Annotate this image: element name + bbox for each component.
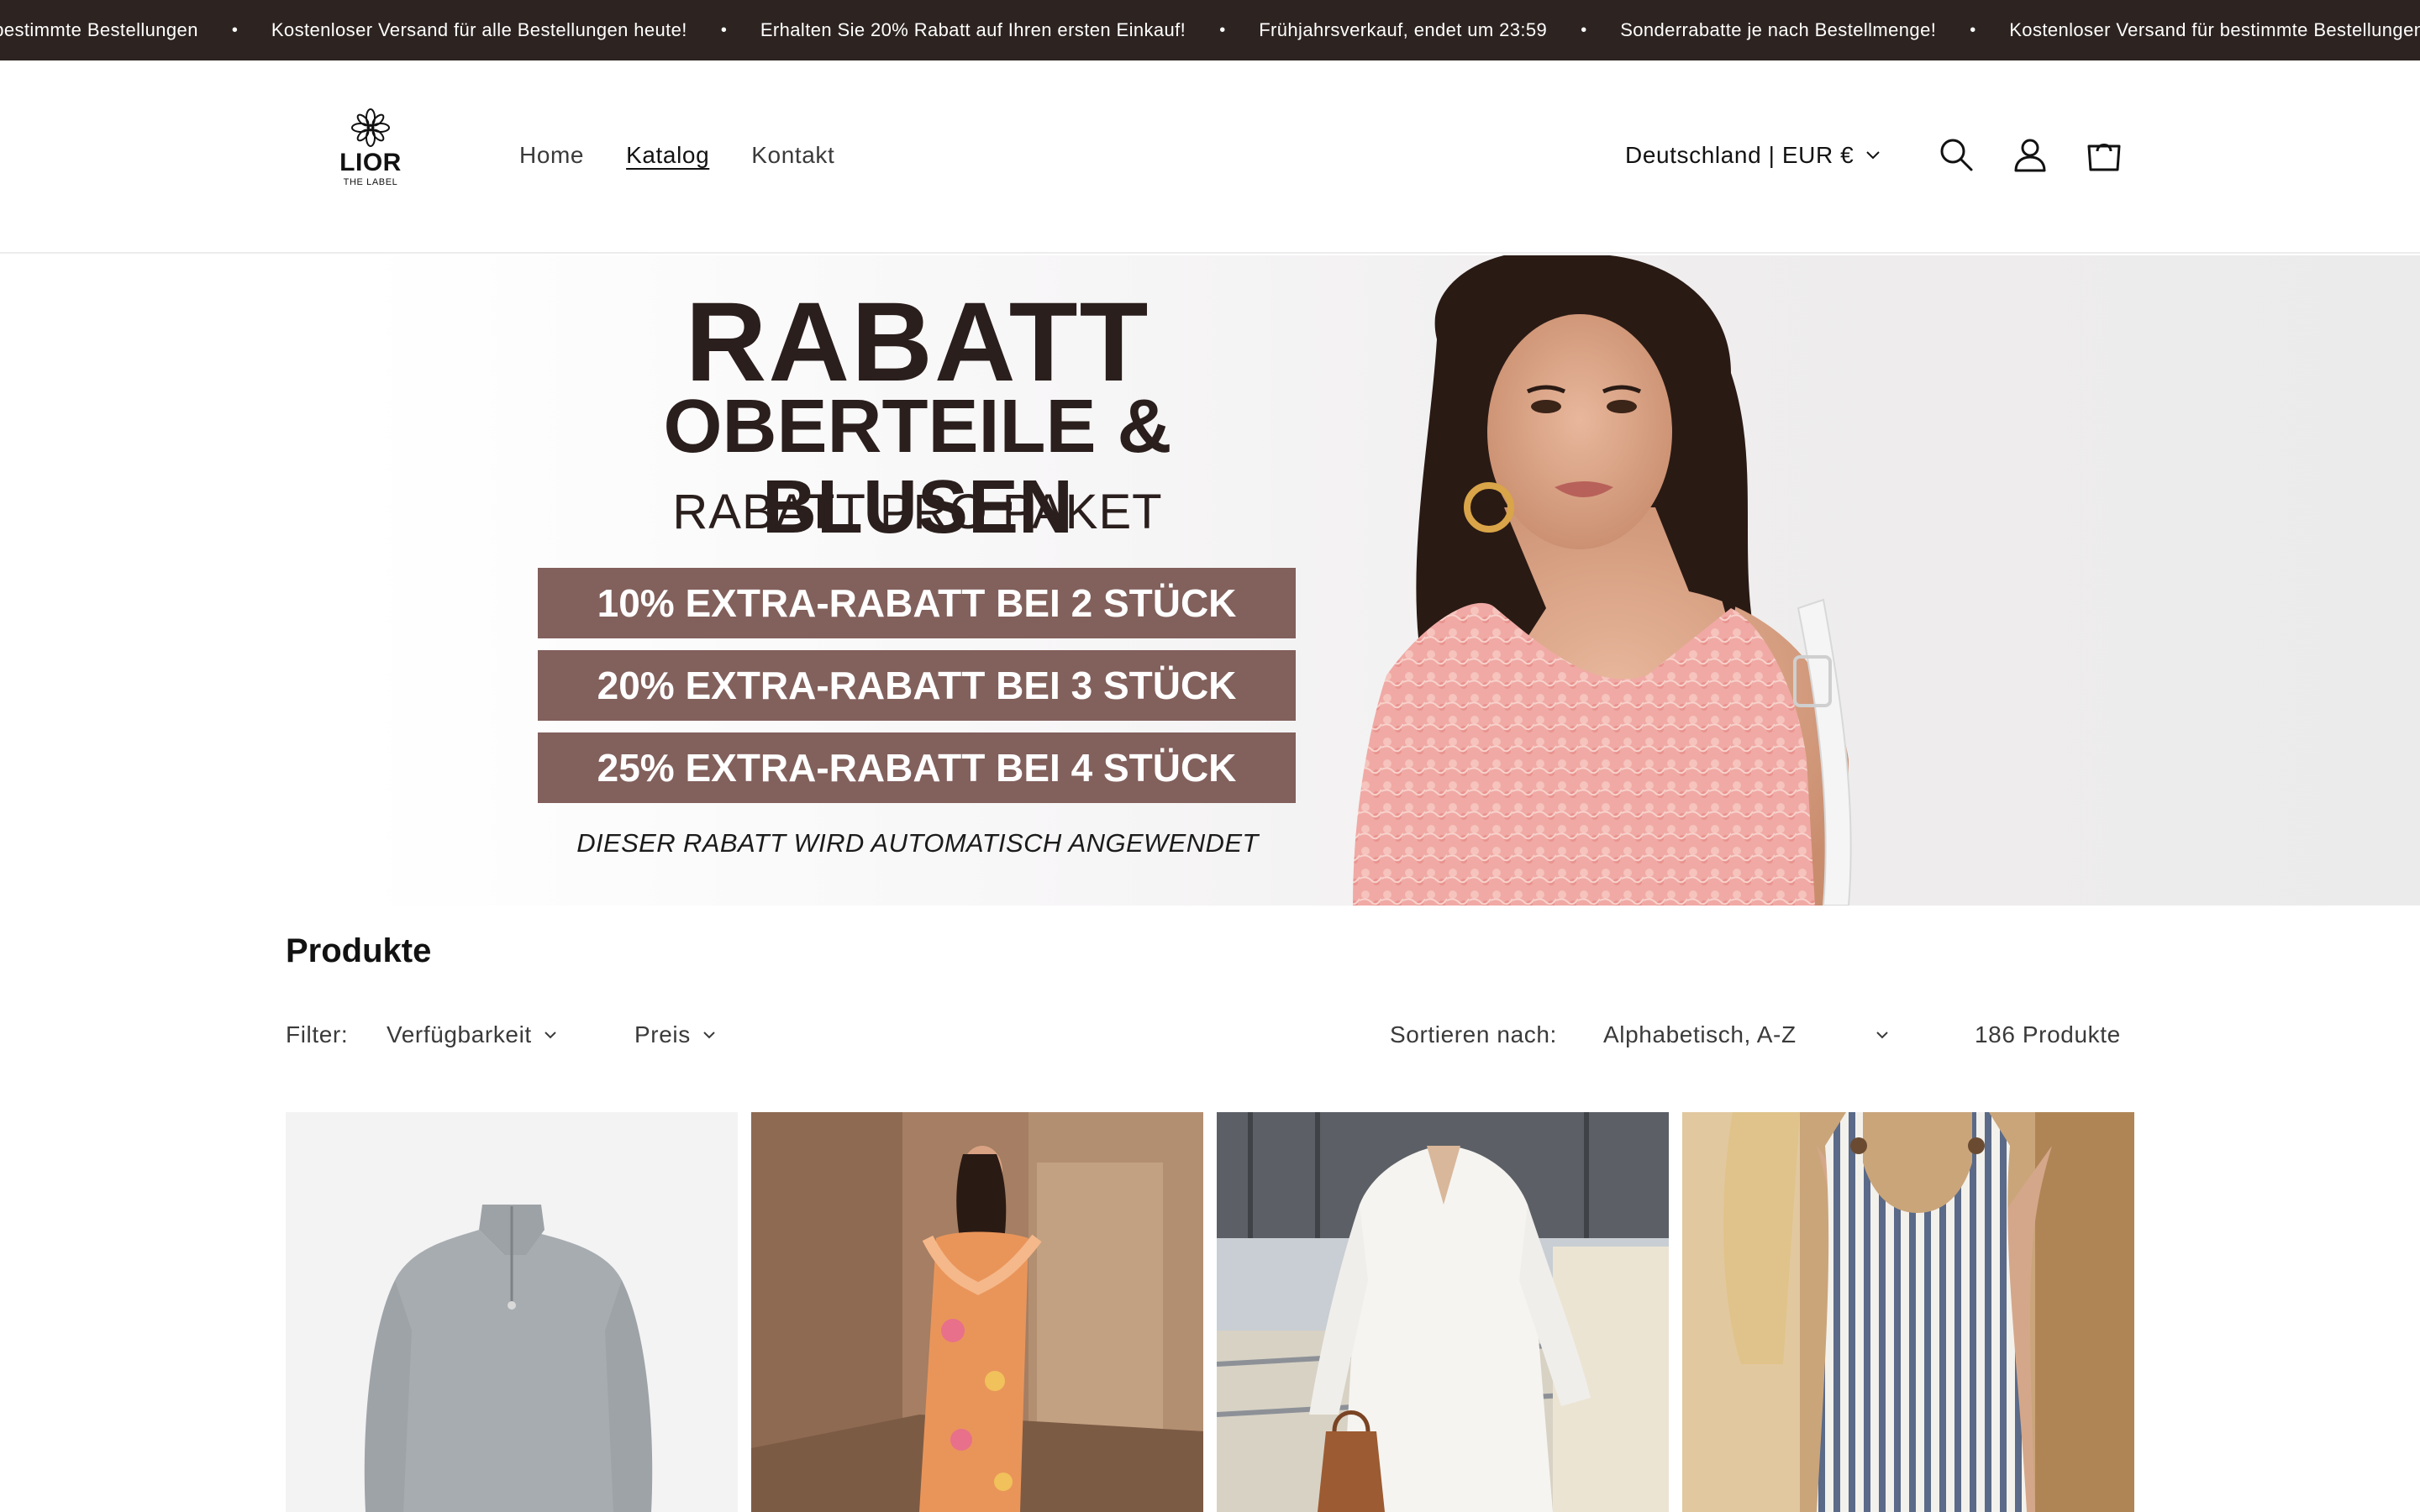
cart-icon (2087, 144, 2121, 171)
chevron-down-icon (544, 1032, 556, 1039)
announcement-item: Frühjahrsverkauf, endet um 23:59 (1259, 19, 1548, 40)
product-card[interactable] (286, 1112, 738, 1512)
cart-button[interactable] (2081, 131, 2128, 178)
banner-offer: 10% EXTRA-RABATT BEI 2 STÜCK (538, 568, 1296, 638)
announcement-item: Sonderrabatte je nach Bestellmenge! (1620, 19, 1937, 40)
filter-availability-label: Verfügbarkeit (387, 1021, 532, 1047)
banner-pack-label: RABATT PRO PAKET (672, 485, 1163, 539)
product-count: 186 Produkte (1975, 1021, 2121, 1047)
products-heading: Produkte (286, 932, 432, 969)
nav-home[interactable]: Home (519, 141, 584, 170)
product-image-grey-zip-sweater (286, 1112, 738, 1512)
product-card[interactable] (1217, 1112, 1669, 1512)
promo-banner[interactable]: RABATT OBERTEILE & BLUSEN RABATT PRO PAK… (0, 255, 2420, 906)
filter-sort-bar: Filter: Verfügbarkeit Preis Sortieren na… (286, 1018, 2134, 1052)
filter-availability-dropdown[interactable]: Verfügbarkeit (387, 1018, 557, 1052)
chevron-down-icon (703, 1032, 715, 1039)
announcement-item: Kostenloser Versand für bestimmte Bestel… (2009, 19, 2420, 40)
chevron-down-icon (1876, 1032, 1888, 1039)
search-icon (1940, 139, 1973, 171)
nav-kontakt[interactable]: Kontakt (751, 141, 834, 170)
banner-note: DIESER RABATT WIRD AUTOMATISCH ANGEWENDE… (576, 828, 1259, 858)
product-card[interactable] (1682, 1112, 2134, 1512)
product-image-white-lace-dress (1217, 1112, 1669, 1512)
announcement-item: Kostenloser Versand für alle Bestellunge… (271, 19, 687, 40)
main-nav: Home Katalog Kontakt (519, 141, 834, 170)
country-currency-selector[interactable]: Deutschland | EUR € (1625, 141, 1881, 170)
account-icon (2014, 139, 2046, 172)
product-card[interactable] (751, 1112, 1203, 1512)
banner-offer: 25% EXTRA-RABATT BEI 4 STÜCK (538, 732, 1296, 803)
product-image-blue-striped-dress (1682, 1112, 2134, 1512)
banner-title: RABATT (685, 280, 1150, 405)
sort-value: Alphabetisch, A-Z (1603, 1021, 1797, 1047)
announcement-separator: • (1581, 20, 1587, 39)
country-currency-label: Deutschland | EUR € (1625, 142, 1854, 168)
announcement-separator: • (231, 20, 238, 39)
store-logo[interactable]: LIOR THE LABEL (333, 108, 408, 188)
flower-logo-icon (351, 108, 390, 147)
nav-katalog[interactable]: Katalog (626, 141, 709, 170)
banner-offer: 20% EXTRA-RABATT BEI 3 STÜCK (538, 650, 1296, 721)
announcement-separator: • (1970, 20, 1976, 39)
logo-tagline: THE LABEL (343, 177, 398, 187)
sort-label: Sortieren nach: (1390, 1021, 1557, 1047)
chevron-down-icon (1866, 151, 1881, 160)
announcement-item: r bestimmte Bestellungen (0, 19, 198, 40)
model-photo-pink-lace-top (1353, 255, 1852, 906)
account-button[interactable] (2007, 131, 2054, 178)
filter-label: Filter: (286, 1021, 349, 1047)
announcement-bar: r bestimmte Bestellungen • Kostenloser V… (0, 0, 2420, 60)
search-button[interactable] (1933, 131, 1980, 178)
filter-price-dropdown[interactable]: Preis (634, 1018, 716, 1052)
announcement-separator: • (720, 20, 727, 39)
filter-price-label: Preis (634, 1021, 691, 1047)
logo-wordmark: LIOR (339, 149, 402, 176)
announcement-track: r bestimmte Bestellungen • Kostenloser V… (0, 0, 2420, 60)
sort-dropdown[interactable]: Alphabetisch, A-Z (1603, 1018, 1889, 1052)
product-image-orange-floral-ruffle-dress (751, 1112, 1203, 1512)
announcement-separator: • (1219, 20, 1226, 39)
site-header: LIOR THE LABEL Home Katalog Kontakt Deut… (0, 60, 2420, 254)
announcement-item: Erhalten Sie 20% Rabatt auf Ihren ersten… (760, 19, 1186, 40)
